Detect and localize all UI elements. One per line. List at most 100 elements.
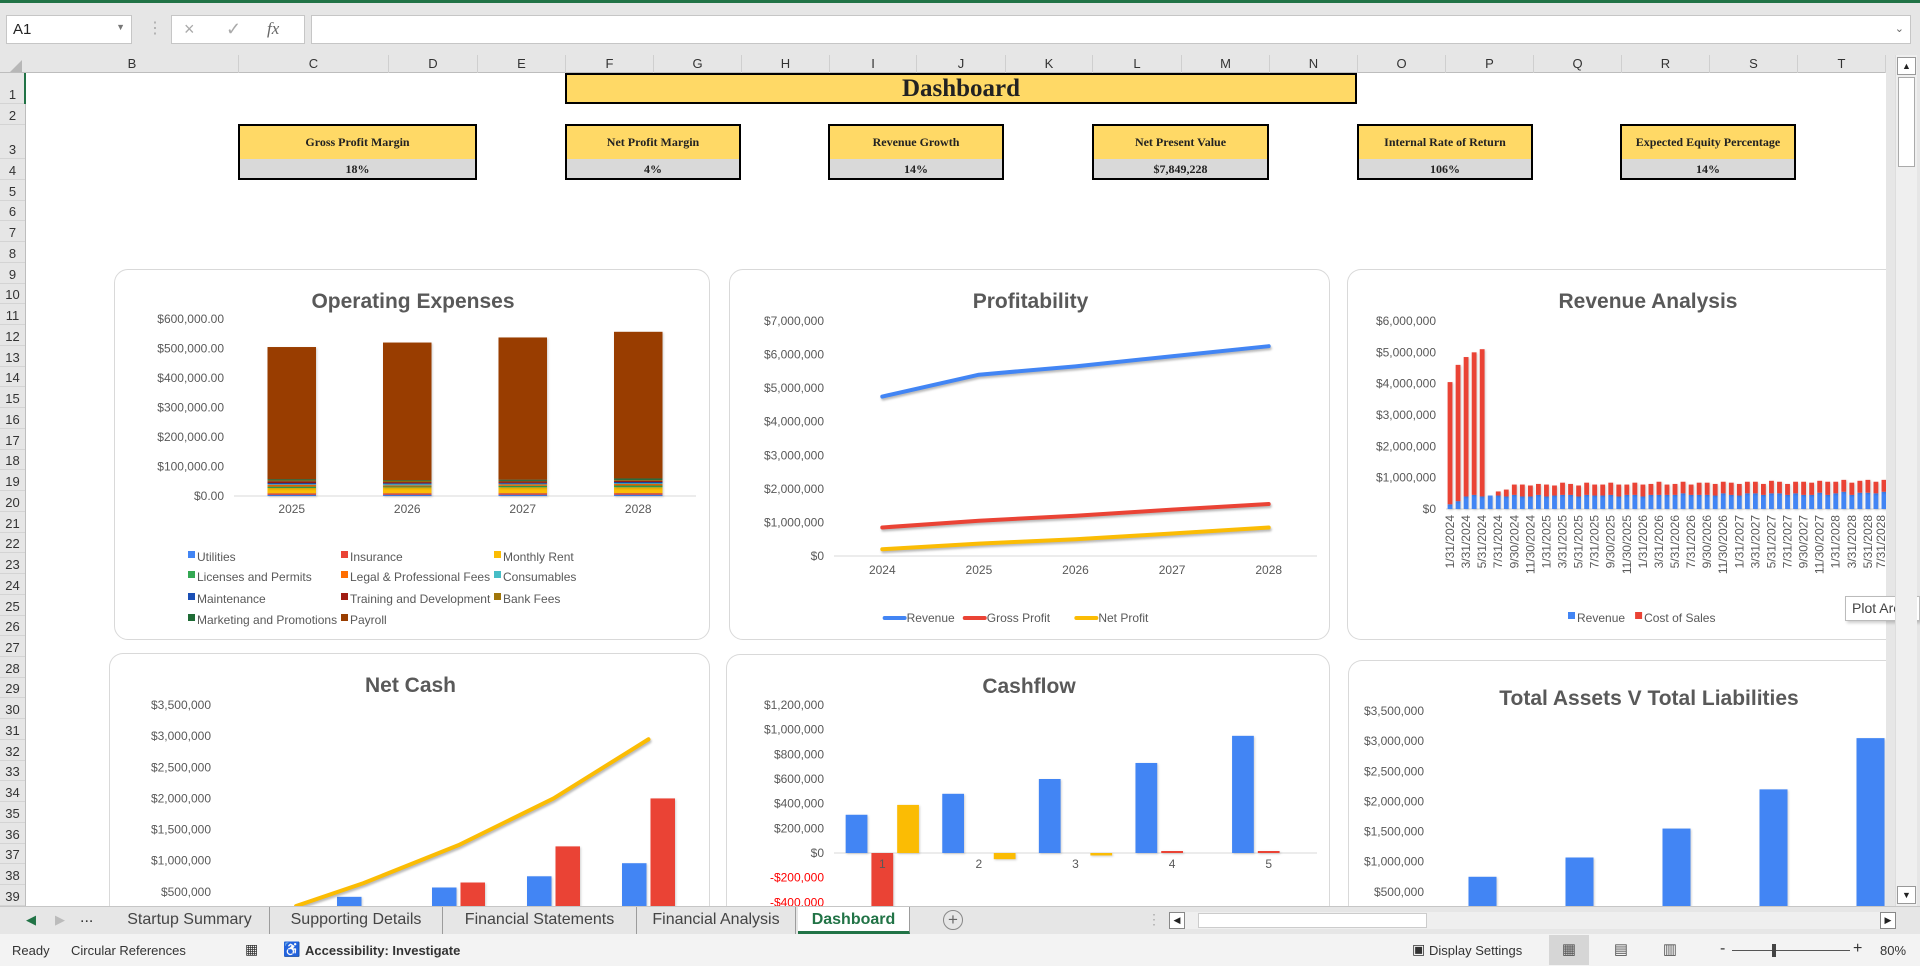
bar-segment[interactable] xyxy=(267,347,317,480)
column-header-G[interactable]: G xyxy=(654,55,742,73)
legend-label[interactable]: Legal & Professional Fees xyxy=(350,570,490,584)
row-header-37[interactable]: 37 xyxy=(0,844,25,865)
bar-segment[interactable] xyxy=(1704,494,1710,509)
bar-segment[interactable] xyxy=(1704,482,1710,495)
bar-segment[interactable] xyxy=(1664,484,1670,495)
bar-segment[interactable] xyxy=(1640,496,1646,509)
bar-segment[interactable] xyxy=(267,494,317,496)
bar[interactable] xyxy=(1759,789,1788,906)
row-header-32[interactable]: 32 xyxy=(0,740,25,761)
name-box[interactable]: A1 ▼ xyxy=(6,15,132,44)
bar-segment[interactable] xyxy=(1560,482,1565,495)
bar-segment[interactable] xyxy=(267,481,317,484)
bar-segment[interactable] xyxy=(1552,495,1557,509)
bar-segment[interactable] xyxy=(267,484,317,487)
legend-label[interactable]: Monthly Rent xyxy=(503,550,574,564)
bar[interactable] xyxy=(1090,853,1113,856)
cancel-icon[interactable]: × xyxy=(184,19,195,40)
bar-segment[interactable] xyxy=(1688,484,1694,495)
bar-segment[interactable] xyxy=(1503,489,1509,497)
row-header-20[interactable]: 20 xyxy=(0,491,25,512)
bar-segment[interactable] xyxy=(1463,496,1469,509)
sheet-tab[interactable]: Dashboard xyxy=(798,907,910,934)
bar-segment[interactable] xyxy=(1736,483,1742,496)
calendar-icon[interactable]: ▦ xyxy=(245,941,258,958)
enter-icon[interactable]: ✓ xyxy=(226,19,241,40)
bar-segment[interactable] xyxy=(1817,492,1823,509)
bar-segment[interactable] xyxy=(1568,494,1573,509)
bar[interactable] xyxy=(1232,735,1254,853)
sheet-tab[interactable]: Financial Statements xyxy=(443,907,637,934)
bar-segment[interactable] xyxy=(1801,481,1806,495)
bar-segment[interactable] xyxy=(1712,483,1718,496)
vertical-scrollbar[interactable]: ▲ ▼ xyxy=(1895,55,1917,906)
row-header-1[interactable]: 1 xyxy=(0,73,25,104)
column-header-M[interactable]: M xyxy=(1182,55,1270,73)
bar-segment[interactable] xyxy=(1487,495,1493,509)
bar-segment[interactable] xyxy=(498,479,548,481)
accessibility-icon[interactable]: ♿ xyxy=(283,941,300,958)
column-header-B[interactable]: B xyxy=(26,55,239,73)
bar-segment[interactable] xyxy=(1616,496,1622,509)
bar-segment[interactable] xyxy=(1608,494,1614,509)
legend-label[interactable]: Marketing and Promotions xyxy=(197,613,337,627)
revenue-analysis-chart[interactable]: Revenue Analysis $0 $1,000,000 $2,000,000 $3… xyxy=(1347,269,1886,640)
tab-splitter-handle[interactable]: ⋮ xyxy=(1147,911,1161,928)
page-break-view-button[interactable]: ▥ xyxy=(1650,935,1690,965)
bar-segment[interactable] xyxy=(1833,493,1839,509)
bar-segment[interactable] xyxy=(1552,485,1557,496)
bar-segment[interactable] xyxy=(1809,482,1815,495)
bar-segment[interactable] xyxy=(1881,491,1886,509)
legend-label[interactable]: Bank Fees xyxy=(503,592,560,606)
bar-segment[interactable] xyxy=(1519,496,1525,509)
bar-segment[interactable] xyxy=(1632,482,1638,495)
sheet-tab[interactable]: Startup Summary xyxy=(110,907,270,934)
bar[interactable] xyxy=(555,846,581,906)
bar-segment[interactable] xyxy=(1873,481,1879,494)
row-header-14[interactable]: 14 xyxy=(0,367,25,388)
row-header-36[interactable]: 36 xyxy=(0,823,25,844)
bar-segment[interactable] xyxy=(1881,479,1886,492)
bar-segment[interactable] xyxy=(1752,481,1758,494)
bar[interactable] xyxy=(650,798,676,906)
bar-segment[interactable] xyxy=(1857,480,1863,493)
row-header-11[interactable]: 11 xyxy=(0,304,25,326)
bar-segment[interactable] xyxy=(267,488,317,494)
bar-segment[interactable] xyxy=(1680,481,1686,494)
bar-segment[interactable] xyxy=(1712,495,1718,509)
bar-segment[interactable] xyxy=(1648,483,1654,495)
bar-segment[interactable] xyxy=(1833,481,1839,494)
bar-segment[interactable] xyxy=(613,487,663,494)
bar-segment[interactable] xyxy=(1624,494,1630,509)
bar[interactable] xyxy=(897,804,919,853)
formula-input[interactable]: ⌄ xyxy=(311,15,1911,44)
legend-label[interactable]: Licenses and Permits xyxy=(197,570,312,584)
bar-segment[interactable] xyxy=(613,479,663,481)
bar[interactable] xyxy=(460,882,486,906)
bar-segment[interactable] xyxy=(1817,480,1823,493)
bar-segment[interactable] xyxy=(1865,479,1871,493)
scroll-left-icon[interactable]: ◀ xyxy=(1169,912,1185,929)
bar-segment[interactable] xyxy=(1511,484,1517,495)
column-header-C[interactable]: C xyxy=(239,55,389,73)
bar-segment[interactable] xyxy=(498,483,548,485)
bar-segment[interactable] xyxy=(1849,482,1855,495)
bar[interactable] xyxy=(432,887,457,906)
series-line[interactable] xyxy=(880,501,1271,530)
bar-segment[interactable] xyxy=(1584,494,1590,509)
vertical-scroll-thumb[interactable] xyxy=(1898,77,1915,167)
bar-segment[interactable] xyxy=(1495,491,1501,496)
page-layout-view-button[interactable]: ▤ xyxy=(1601,935,1641,965)
bar-segment[interactable] xyxy=(1511,494,1517,509)
bar-segment[interactable] xyxy=(1640,484,1646,497)
column-header-P[interactable]: P xyxy=(1446,55,1534,73)
row-header-25[interactable]: 25 xyxy=(0,595,25,616)
bar-segment[interactable] xyxy=(1752,493,1758,509)
bar-segment[interactable] xyxy=(1672,494,1678,509)
bar[interactable] xyxy=(622,863,647,906)
bar-segment[interactable] xyxy=(1857,492,1863,509)
bar-segment[interactable] xyxy=(1736,495,1742,509)
bar-segment[interactable] xyxy=(1744,481,1750,494)
bar-segment[interactable] xyxy=(1560,494,1565,509)
bar-segment[interactable] xyxy=(267,486,317,489)
